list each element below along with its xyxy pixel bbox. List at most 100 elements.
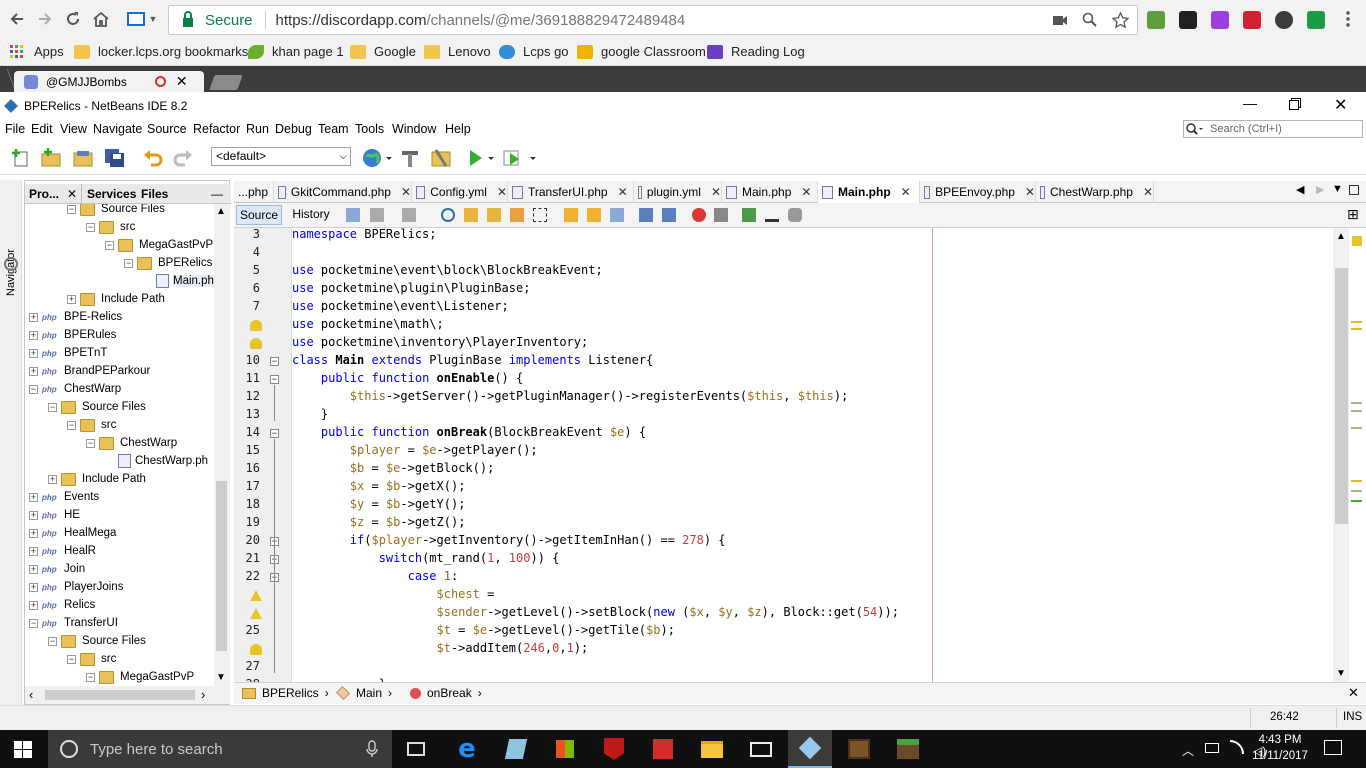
collapse-icon[interactable]: − xyxy=(105,240,114,250)
new-project-icon[interactable] xyxy=(40,148,61,168)
collapse-icon[interactable]: − xyxy=(67,204,76,214)
build-icon[interactable] xyxy=(400,148,420,168)
code-line[interactable]: public function onEnable() { xyxy=(292,369,523,387)
project-tree-hscrollbar[interactable]: ‹ › xyxy=(25,686,230,704)
code-line[interactable]: class Main extends PluginBase implements… xyxy=(292,351,653,369)
tab-close-icon[interactable]: ✕ xyxy=(176,73,188,90)
code-fold-icon[interactable]: − xyxy=(270,357,279,366)
editor-tab[interactable]: TransferUI.php ✕ xyxy=(508,181,634,203)
tree-project[interactable]: + php HE xyxy=(29,506,80,524)
tree-project[interactable]: + php BPETnT xyxy=(29,344,107,362)
close-breadcrumb-icon[interactable]: ✕ xyxy=(1348,685,1359,701)
editor-tab[interactable]: GkitCommand.php ✕ xyxy=(274,181,412,203)
find-previous-icon[interactable] xyxy=(464,208,478,222)
collapse-icon[interactable]: − xyxy=(29,384,38,394)
warning-mark[interactable] xyxy=(1351,480,1362,482)
puzzle-extension-icon[interactable] xyxy=(1211,11,1229,29)
edge-icon[interactable]: e xyxy=(445,730,489,768)
tree-folder[interactable]: − src xyxy=(67,650,116,668)
run-project-icon[interactable] xyxy=(466,148,496,168)
expand-icon[interactable]: + xyxy=(29,582,38,592)
source-view-button[interactable]: Source xyxy=(236,205,282,225)
code-line[interactable]: $b = $e->getBlock(); xyxy=(292,459,495,477)
occurrence-mark[interactable] xyxy=(1351,427,1362,429)
expand-icon[interactable]: + xyxy=(48,474,57,484)
scroll-left-icon[interactable]: ‹ xyxy=(29,687,33,702)
editor-tab[interactable]: Config.yml ✕ xyxy=(412,181,508,203)
toggle-highlight-icon[interactable] xyxy=(510,208,524,222)
code-editor[interactable]: namespace BPERelics; use pocketmine\event… xyxy=(292,228,1332,682)
menu-help[interactable]: Help xyxy=(445,122,471,136)
menu-debug[interactable]: Debug xyxy=(275,122,312,136)
code-line[interactable]: public function onBreak(BlockBreakEvent … xyxy=(292,423,646,441)
lightbulb-icon[interactable] xyxy=(250,320,262,331)
scroll-tabs-right-icon[interactable]: ▶ xyxy=(1316,183,1324,196)
comment-icon[interactable] xyxy=(742,208,756,222)
editor-tab[interactable]: Main.php ✕ xyxy=(818,181,920,203)
tree-folder[interactable]: − ChestWarp xyxy=(86,434,177,452)
url-text[interactable]: https://discordapp.com/channels/@me/3691… xyxy=(276,12,686,29)
chrome-menu-icon[interactable] xyxy=(1338,8,1358,30)
system-clock[interactable]: 4:43 PM 11/11/2017 xyxy=(1250,732,1310,764)
code-line[interactable]: $t = $e->getLevel()->getTile($b); xyxy=(292,621,675,639)
collapse-icon[interactable]: − xyxy=(124,258,133,268)
tree-folder[interactable]: − src xyxy=(67,416,116,434)
code-line[interactable]: switch(mt_rand(1, 100)) { xyxy=(292,549,560,567)
collapse-icon[interactable]: − xyxy=(67,654,76,664)
restore-button[interactable] xyxy=(1289,100,1299,110)
menu-edit[interactable]: Edit xyxy=(31,122,53,136)
line-number-gutter[interactable]: 3456710111213141516171819202122252728−−−… xyxy=(234,228,292,682)
history-view-button[interactable]: History xyxy=(286,205,336,225)
lightbulb-icon[interactable] xyxy=(250,644,262,655)
code-line[interactable]: $y = $b->getY(); xyxy=(292,495,466,513)
expand-icon[interactable]: + xyxy=(29,600,38,610)
expand-icon[interactable]: + xyxy=(29,510,38,520)
code-line[interactable]: $t->addItem(246,0,1); xyxy=(292,639,589,657)
change-mark[interactable] xyxy=(1351,500,1362,502)
find-icon[interactable] xyxy=(441,208,455,222)
tree-folder[interactable]: − BPERelics xyxy=(124,254,212,272)
scroll-right-icon[interactable]: › xyxy=(201,687,205,702)
bookmark-google[interactable]: Google xyxy=(350,44,416,59)
minecraft-chest-icon[interactable] xyxy=(837,730,881,768)
show-hidden-icons[interactable]: ︿ xyxy=(1182,742,1194,759)
classroom-extension-icon[interactable] xyxy=(1147,11,1165,29)
tree-folder[interactable]: + Include Path xyxy=(48,470,146,488)
scroll-up-icon[interactable]: ▲ xyxy=(216,206,226,217)
debug-project-icon[interactable] xyxy=(502,148,538,168)
collapse-icon[interactable]: − xyxy=(48,636,57,646)
discord-extension-icon[interactable] xyxy=(1179,11,1197,29)
expand-icon[interactable]: + xyxy=(29,546,38,556)
warning-icon[interactable] xyxy=(250,608,262,619)
code-line[interactable]: use pocketmine\math\; xyxy=(292,315,444,333)
save-all-icon[interactable] xyxy=(104,148,124,168)
bookmark-google-classroom[interactable]: google Classroom xyxy=(577,44,706,59)
breadcrumb-project[interactable]: BPERelics › xyxy=(242,686,329,700)
file-explorer-icon[interactable] xyxy=(690,730,734,768)
tree-project[interactable]: − php ChestWarp xyxy=(29,380,121,398)
bookmark-reading-log[interactable]: Reading Log xyxy=(707,44,805,59)
reload-button[interactable] xyxy=(62,8,84,30)
battery-icon[interactable] xyxy=(1205,743,1219,753)
find-next-icon[interactable] xyxy=(487,208,501,222)
new-tab-button[interactable] xyxy=(209,75,243,90)
tab-projects[interactable]: Pro... xyxy=(29,187,59,201)
task-view-icon[interactable] xyxy=(394,730,438,768)
tab-files[interactable]: Files xyxy=(141,187,168,201)
menu-view[interactable]: View xyxy=(60,122,87,136)
editor-tab[interactable]: ChestWarp.php ✕ xyxy=(1036,181,1154,203)
mail-icon[interactable] xyxy=(739,730,783,768)
run-in-browser-icon[interactable] xyxy=(362,148,392,168)
scroll-down-icon[interactable]: ▼ xyxy=(1336,668,1346,679)
back-icon[interactable] xyxy=(370,208,384,222)
store-icon[interactable] xyxy=(543,730,587,768)
close-window-button[interactable]: ✕ xyxy=(1334,95,1347,115)
toggle-bookmark-icon[interactable] xyxy=(610,208,624,222)
database-icon[interactable] xyxy=(788,208,802,222)
tree-folder[interactable]: − Source Files xyxy=(67,204,165,218)
menu-navigate[interactable]: Navigate xyxy=(93,122,142,136)
split-editor-icon[interactable]: ⊞ xyxy=(1347,207,1361,222)
tree-project[interactable]: + php BPE-Relics xyxy=(29,308,122,326)
clean-build-icon[interactable] xyxy=(430,148,451,168)
back-button[interactable] xyxy=(6,8,28,30)
